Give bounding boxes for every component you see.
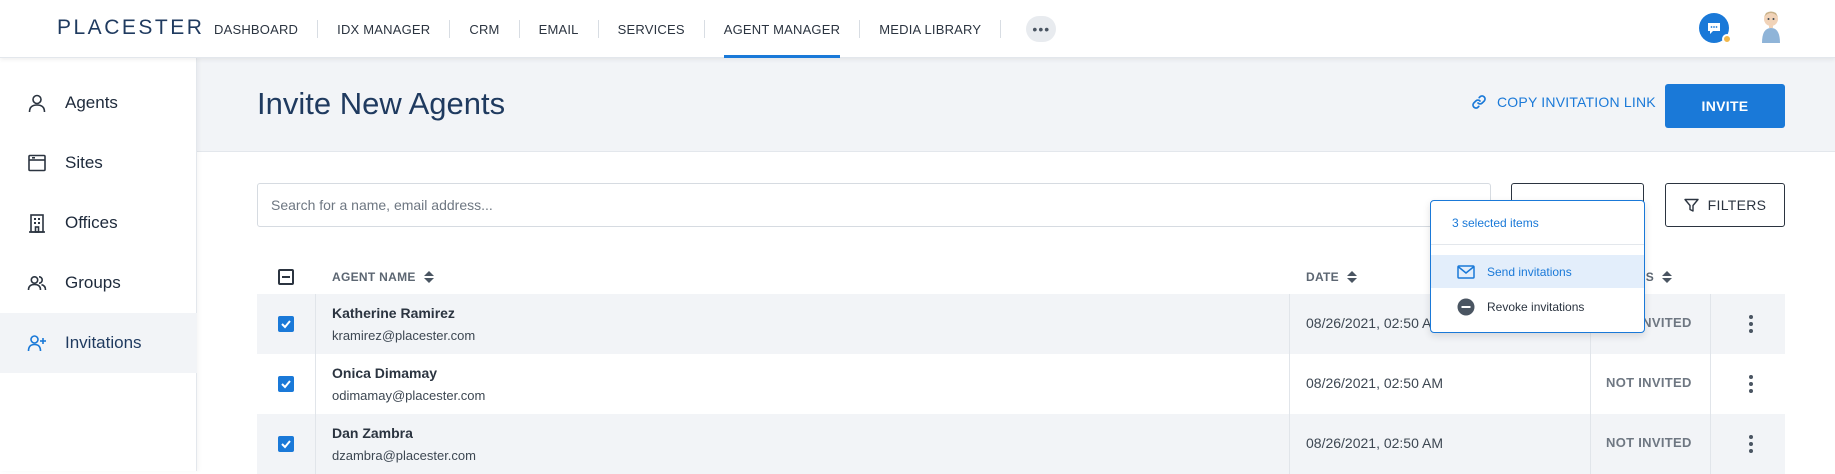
user-avatar[interactable] <box>1756 10 1786 44</box>
page-title: Invite New Agents <box>257 86 506 121</box>
sidebar: Agents Sites Offices Groups Invitations <box>0 58 197 471</box>
invite-button[interactable]: INVITE <box>1665 84 1785 128</box>
column-divider <box>315 414 316 474</box>
column-divider <box>315 354 316 414</box>
sidebar-item-label: Sites <box>65 153 103 172</box>
nav-crm[interactable]: CRM <box>469 0 499 58</box>
column-divider <box>1710 294 1711 354</box>
status-badge: NOT INVITED <box>1606 435 1692 450</box>
agent-email: odimamay@placester.com <box>332 388 486 403</box>
copy-invitation-link-label: COPY INVITATION LINK <box>1497 94 1656 110</box>
nav-divider <box>518 20 520 38</box>
bulk-actions-dropdown: 3 selected items Send invitations Revoke… <box>1430 200 1645 333</box>
invite-date: 08/26/2021, 02:50 AM <box>1306 315 1443 331</box>
nav-more-button[interactable]: ••• <box>1026 16 1057 42</box>
sidebar-item-label: Agents <box>65 93 118 112</box>
nav-email[interactable]: EMAIL <box>539 0 579 58</box>
table-row[interactable]: Dan Zambra dzambra@placester.com 08/26/2… <box>257 414 1785 474</box>
row-checkbox[interactable] <box>278 376 294 392</box>
send-invitations-menu-item[interactable]: Send invitations <box>1431 255 1644 288</box>
top-navigation: PLACESTER DASHBOARD IDX MANAGER CRM EMAI… <box>0 0 1835 58</box>
notification-dot <box>1722 34 1732 44</box>
row-actions-kebab-icon[interactable] <box>1745 375 1757 393</box>
page-header: Invite New Agents COPY INVITATION LINK I… <box>197 58 1835 152</box>
nav-divider <box>703 20 705 38</box>
status-badge: NOT INVITED <box>1606 375 1692 390</box>
sidebar-item-invitations[interactable]: Invitations <box>0 313 197 373</box>
nav-divider <box>317 20 319 38</box>
sidebar-item-label: Invitations <box>65 333 142 352</box>
menu-item-label: Revoke invitations <box>1487 299 1585 314</box>
selected-items-count: 3 selected items <box>1431 201 1644 245</box>
column-divider <box>1289 354 1290 414</box>
sort-icon <box>423 271 434 283</box>
nav-media-library[interactable]: MEDIA LIBRARY <box>879 0 981 58</box>
column-header-agent-name[interactable]: AGENT NAME <box>332 270 434 284</box>
checkmark-icon <box>281 440 291 449</box>
nav-divider <box>859 20 861 38</box>
column-divider <box>315 294 316 354</box>
sidebar-item-agents[interactable]: Agents <box>0 73 197 133</box>
people-icon <box>26 272 48 294</box>
column-header-label: DATE <box>1306 270 1339 284</box>
copy-invitation-link-button[interactable]: COPY INVITATION LINK <box>1471 94 1656 110</box>
column-divider <box>1289 414 1290 474</box>
envelope-icon <box>1457 264 1475 279</box>
sidebar-item-offices[interactable]: Offices <box>0 193 197 253</box>
chat-bubble-icon <box>1708 23 1720 34</box>
column-divider <box>1590 354 1591 414</box>
invite-date: 08/26/2021, 02:50 AM <box>1306 375 1443 391</box>
filters-button[interactable]: FILTERS <box>1665 183 1785 227</box>
sort-icon <box>1346 271 1357 283</box>
revoke-invitations-menu-item[interactable]: Revoke invitations <box>1431 290 1644 323</box>
row-checkbox[interactable] <box>278 316 294 332</box>
column-header-label: AGENT NAME <box>332 270 416 284</box>
nav-divider <box>597 20 599 38</box>
checkmark-icon <box>281 320 291 329</box>
nav-dashboard[interactable]: DASHBOARD <box>214 0 298 58</box>
link-icon <box>1472 95 1486 109</box>
nav-divider <box>1000 20 1002 38</box>
row-actions-kebab-icon[interactable] <box>1745 435 1757 453</box>
search-input[interactable]: Search for a name, email address... <box>257 183 1491 227</box>
main-nav: DASHBOARD IDX MANAGER CRM EMAIL SERVICES… <box>214 0 1057 58</box>
column-header-date[interactable]: DATE <box>1306 270 1357 284</box>
browser-window-icon <box>26 152 48 174</box>
sort-icon <box>1662 271 1673 283</box>
nav-divider <box>449 20 451 38</box>
nav-idx-manager[interactable]: IDX MANAGER <box>337 0 430 58</box>
minus-circle-icon <box>1457 298 1475 315</box>
table-row[interactable]: Onica Dimamay odimamay@placester.com 08/… <box>257 354 1785 414</box>
placester-logo[interactable]: PLACESTER <box>57 16 204 40</box>
avatar-illustration-icon <box>1762 11 1780 43</box>
funnel-icon <box>1683 198 1699 212</box>
agent-name: Dan Zambra <box>332 425 413 441</box>
building-icon <box>26 212 48 234</box>
agent-name: Katherine Ramirez <box>332 305 455 321</box>
sidebar-item-label: Groups <box>65 273 121 292</box>
row-actions-kebab-icon[interactable] <box>1745 315 1757 333</box>
menu-item-label: Send invitations <box>1487 264 1572 279</box>
nav-services[interactable]: SERVICES <box>618 0 685 58</box>
nav-agent-manager[interactable]: AGENT MANAGER <box>723 0 841 58</box>
column-divider <box>1710 354 1711 414</box>
agent-email: kramirez@placester.com <box>332 328 476 343</box>
invite-date: 08/26/2021, 02:50 AM <box>1306 435 1443 451</box>
agent-email: dzambra@placester.com <box>332 448 476 463</box>
sidebar-item-label: Offices <box>65 213 118 232</box>
column-divider <box>1590 414 1591 474</box>
filters-label: FILTERS <box>1707 197 1767 213</box>
column-divider <box>1710 414 1711 474</box>
checkmark-icon <box>281 380 291 389</box>
row-checkbox[interactable] <box>278 436 294 452</box>
sidebar-item-groups[interactable]: Groups <box>0 253 197 313</box>
agent-name: Onica Dimamay <box>332 365 438 381</box>
chat-button[interactable] <box>1699 13 1732 44</box>
sidebar-item-sites[interactable]: Sites <box>0 133 197 193</box>
select-all-checkbox[interactable] <box>278 269 294 285</box>
person-add-icon <box>26 332 48 354</box>
person-icon <box>26 92 48 114</box>
column-divider <box>1289 294 1290 354</box>
